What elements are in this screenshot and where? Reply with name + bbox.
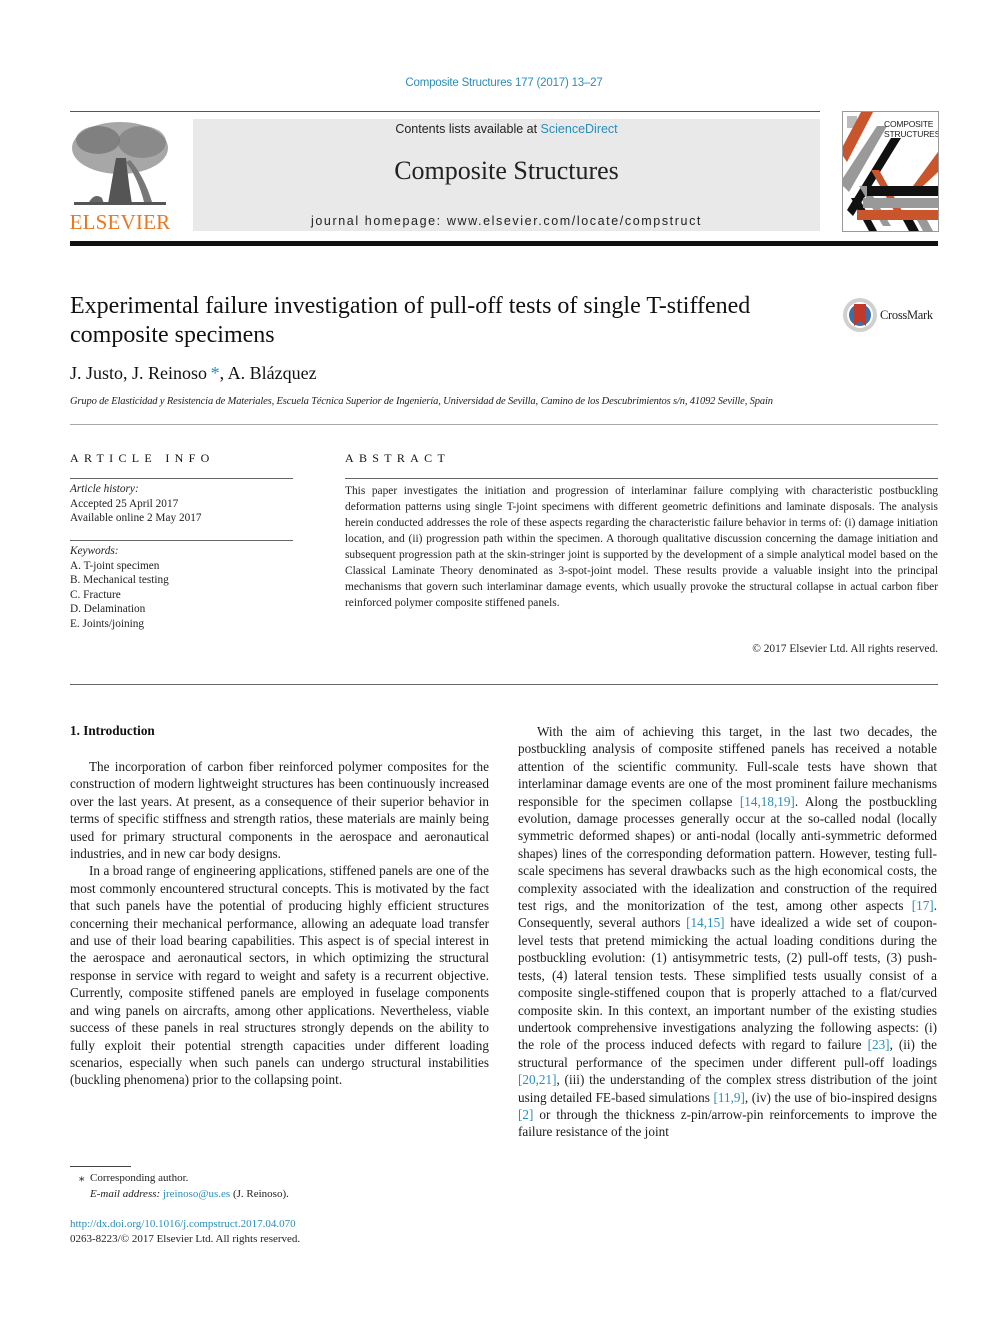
citation-link[interactable]: [14,15] [686, 915, 724, 930]
body-paragraph: With the aim of achieving this target, i… [518, 723, 937, 1141]
corresponding-author-marker[interactable]: * [207, 363, 220, 383]
available-online-date: Available online 2 May 2017 [70, 512, 202, 524]
section-heading-introduction: 1. Introduction [70, 723, 155, 738]
journal-cover-thumbnail[interactable]: COMPOSITE STRUCTURES [842, 111, 939, 232]
journal-banner: Contents lists available at ScienceDirec… [193, 119, 820, 231]
citation-link[interactable]: [14,18,19] [740, 794, 795, 809]
divider [345, 478, 938, 479]
cover-title-line2: STRUCTURES [884, 129, 939, 139]
citation-link[interactable]: [23] [868, 1037, 890, 1052]
body-column-left: The incorporation of carbon fiber reinfo… [70, 758, 489, 1089]
article-title: Experimental failure investigation of pu… [70, 293, 751, 348]
divider [70, 684, 938, 685]
divider [70, 540, 293, 541]
abstract-text: This paper investigates the initiation a… [345, 485, 938, 609]
body-text: or through the thickness z-pin/arrow-pin… [518, 1106, 937, 1140]
doi-block: http://dx.doi.org/10.1016/j.compstruct.2… [70, 1217, 300, 1246]
homepage-prefix: journal homepage: [311, 214, 447, 228]
citation-link[interactable]: [20,21] [518, 1072, 556, 1087]
crossmark-icon [843, 298, 877, 332]
sciencedirect-link[interactable]: ScienceDirect [541, 122, 618, 136]
keyword: D. Delamination [70, 603, 146, 615]
body-column-right: With the aim of achieving this target, i… [518, 723, 937, 1141]
email-label: E-mail address: [90, 1188, 161, 1200]
header-thick-rule [70, 241, 938, 246]
author-separator: , [123, 363, 133, 383]
keyword: C. Fracture [70, 588, 121, 601]
body-text: have idealized a wide set of coupon-leve… [518, 915, 937, 1053]
body-paragraph: The incorporation of carbon fiber reinfo… [70, 759, 489, 862]
author-list: J. Justo, J. Reinoso *, A. Blázquez [70, 363, 317, 384]
journal-homepage: journal homepage: www.elsevier.com/locat… [193, 214, 820, 228]
issn-copyright: 0263-8223/© 2017 Elsevier Ltd. All right… [70, 1232, 301, 1245]
divider [70, 478, 293, 479]
header-rule [70, 111, 820, 112]
footnote: ⁎ Corresponding author. E-mail address: … [70, 1170, 289, 1202]
keyword: B. Mechanical testing [70, 574, 169, 586]
journal-title: Composite Structures [394, 156, 619, 185]
crossmark-button[interactable]: CrossMark [842, 297, 942, 333]
citation-link[interactable]: [17] [912, 898, 934, 913]
article-history: Article history: Accepted 25 April 2017 … [70, 482, 202, 526]
doi-link[interactable]: http://dx.doi.org/10.1016/j.compstruct.2… [70, 1217, 300, 1232]
keyword: A. T-joint specimen [70, 559, 160, 572]
abstract-heading: ABSTRACT [345, 451, 451, 465]
footnote-rule [70, 1166, 131, 1167]
email-note: E-mail address: jreinoso@us.es (J. Reino… [70, 1186, 289, 1202]
author-name[interactable]: J. Reinoso [132, 363, 207, 383]
article-info-heading: ARTICLE INFO [70, 451, 215, 465]
crossmark-label: CrossMark [880, 308, 933, 322]
elsevier-wordmark: ELSEVIER [69, 210, 171, 234]
keyword: E. Joints/joining [70, 617, 145, 630]
body-paragraph: In a broad range of engineering applicat… [70, 863, 489, 1088]
corresponding-author-note: ⁎ Corresponding author. [70, 1170, 289, 1186]
email-link[interactable]: jreinoso@us.es [163, 1188, 230, 1200]
divider [70, 424, 938, 425]
journal-reference-link[interactable]: Composite Structures 177 (2017) 13–27 [0, 77, 992, 89]
cover-title-line1: COMPOSITE [884, 119, 934, 129]
citation-link[interactable]: [11,9] [714, 1090, 745, 1105]
body-text: , (iv) the use of bio-inspired designs [744, 1089, 938, 1105]
homepage-url[interactable]: www.elsevier.com/locate/compstruct [447, 214, 702, 228]
author-name[interactable]: A. Blázquez [228, 363, 317, 383]
affiliation: Grupo de Elasticidad y Resistencia de Ma… [70, 396, 773, 407]
corresponding-label: Corresponding author. [90, 1172, 189, 1184]
keywords: Keywords: A. T-joint specimen B. Mechani… [70, 544, 169, 631]
citation-link[interactable]: [2] [518, 1107, 533, 1122]
history-label: Article history: [70, 483, 139, 495]
author-separator: , [219, 363, 228, 383]
keywords-label: Keywords: [70, 545, 119, 557]
abstract-copyright: © 2017 Elsevier Ltd. All rights reserved… [752, 643, 938, 655]
cover-title: COMPOSITE STRUCTURES [884, 119, 939, 139]
body-text: . Along the postbuckling evolution, dama… [518, 793, 937, 914]
accepted-date: Accepted 25 April 2017 [70, 497, 179, 510]
contents-prefix: Contents lists available at [395, 122, 541, 136]
footnote-marker: ⁎ [79, 1172, 85, 1184]
author-name[interactable]: J. Justo [70, 363, 123, 383]
email-owner: (J. Reinoso). [232, 1188, 289, 1200]
contents-line: Contents lists available at ScienceDirec… [193, 122, 820, 136]
